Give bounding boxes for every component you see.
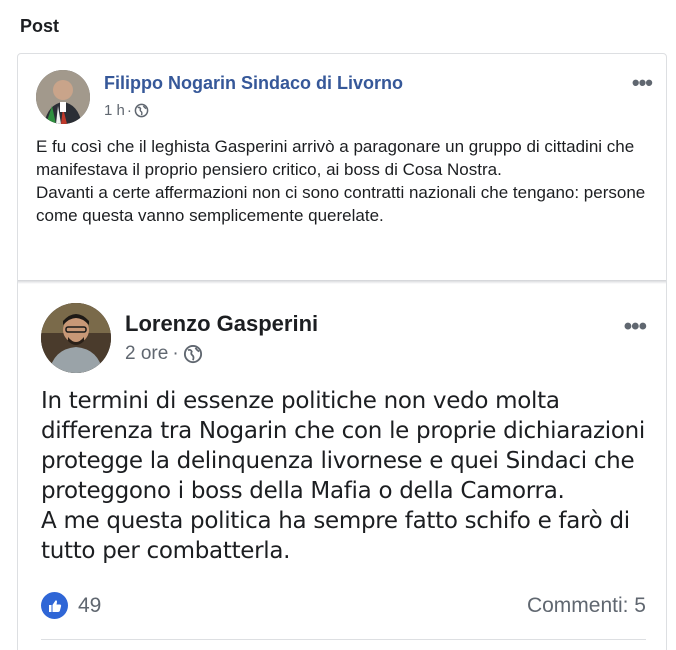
shared-post-meta: 2 ore · — [125, 343, 203, 365]
reactions-bar: 49 Commenti: 5 — [41, 589, 646, 623]
section-title: Post — [20, 16, 60, 36]
shared-post-line: proteggono i boss della Mafia o della Ca… — [41, 478, 565, 504]
like-count[interactable]: 49 — [78, 594, 101, 618]
post-paragraph: Davanti a certe affermazioni non ci sono… — [36, 183, 646, 225]
globe-icon — [134, 103, 149, 118]
shared-post-line: A me questa politica ha sempre fatto sch… — [41, 508, 630, 534]
meta-separator: · — [126, 102, 132, 119]
shared-post-line: protegge la delinquenza livornese e quei… — [41, 448, 635, 474]
post-time[interactable]: 1 h — [104, 102, 125, 119]
footer-divider — [41, 639, 646, 640]
post-author-name[interactable]: Filippo Nogarin Sindaco di Livorno — [104, 73, 403, 94]
post-body: E fu così che il leghista Gasperini arri… — [36, 135, 656, 227]
globe-icon — [183, 344, 203, 364]
shared-post-line: tutto per combatterla. — [41, 538, 291, 564]
post-paragraph: E fu così che il leghista Gasperini arri… — [36, 137, 635, 179]
thumbs-up-icon[interactable] — [41, 592, 68, 619]
comments-count[interactable]: Commenti: 5 — [527, 594, 646, 618]
shared-post-line: In termini di essenze politiche non vedo… — [41, 388, 560, 414]
shared-post-time[interactable]: 2 ore — [125, 343, 168, 365]
shared-author-name[interactable]: Lorenzo Gasperini — [125, 311, 318, 337]
shared-author-avatar[interactable] — [41, 303, 111, 373]
shared-post-body: In termini di essenze politiche non vedo… — [41, 386, 651, 566]
post-card: Filippo Nogarin Sindaco di Livorno 1 h ·… — [17, 53, 667, 650]
more-options-icon[interactable]: ••• — [624, 313, 647, 341]
post-header: Filippo Nogarin Sindaco di Livorno 1 h ·… — [36, 70, 653, 126]
post-meta: 1 h · — [104, 102, 149, 119]
meta-separator: · — [172, 343, 179, 364]
shared-post: Lorenzo Gasperini 2 ore · ••• In termini… — [18, 283, 666, 650]
shared-post-line: differenza tra Nogarin che con le propri… — [41, 418, 645, 444]
author-avatar[interactable] — [36, 70, 90, 124]
more-options-icon[interactable]: ••• — [632, 70, 653, 96]
